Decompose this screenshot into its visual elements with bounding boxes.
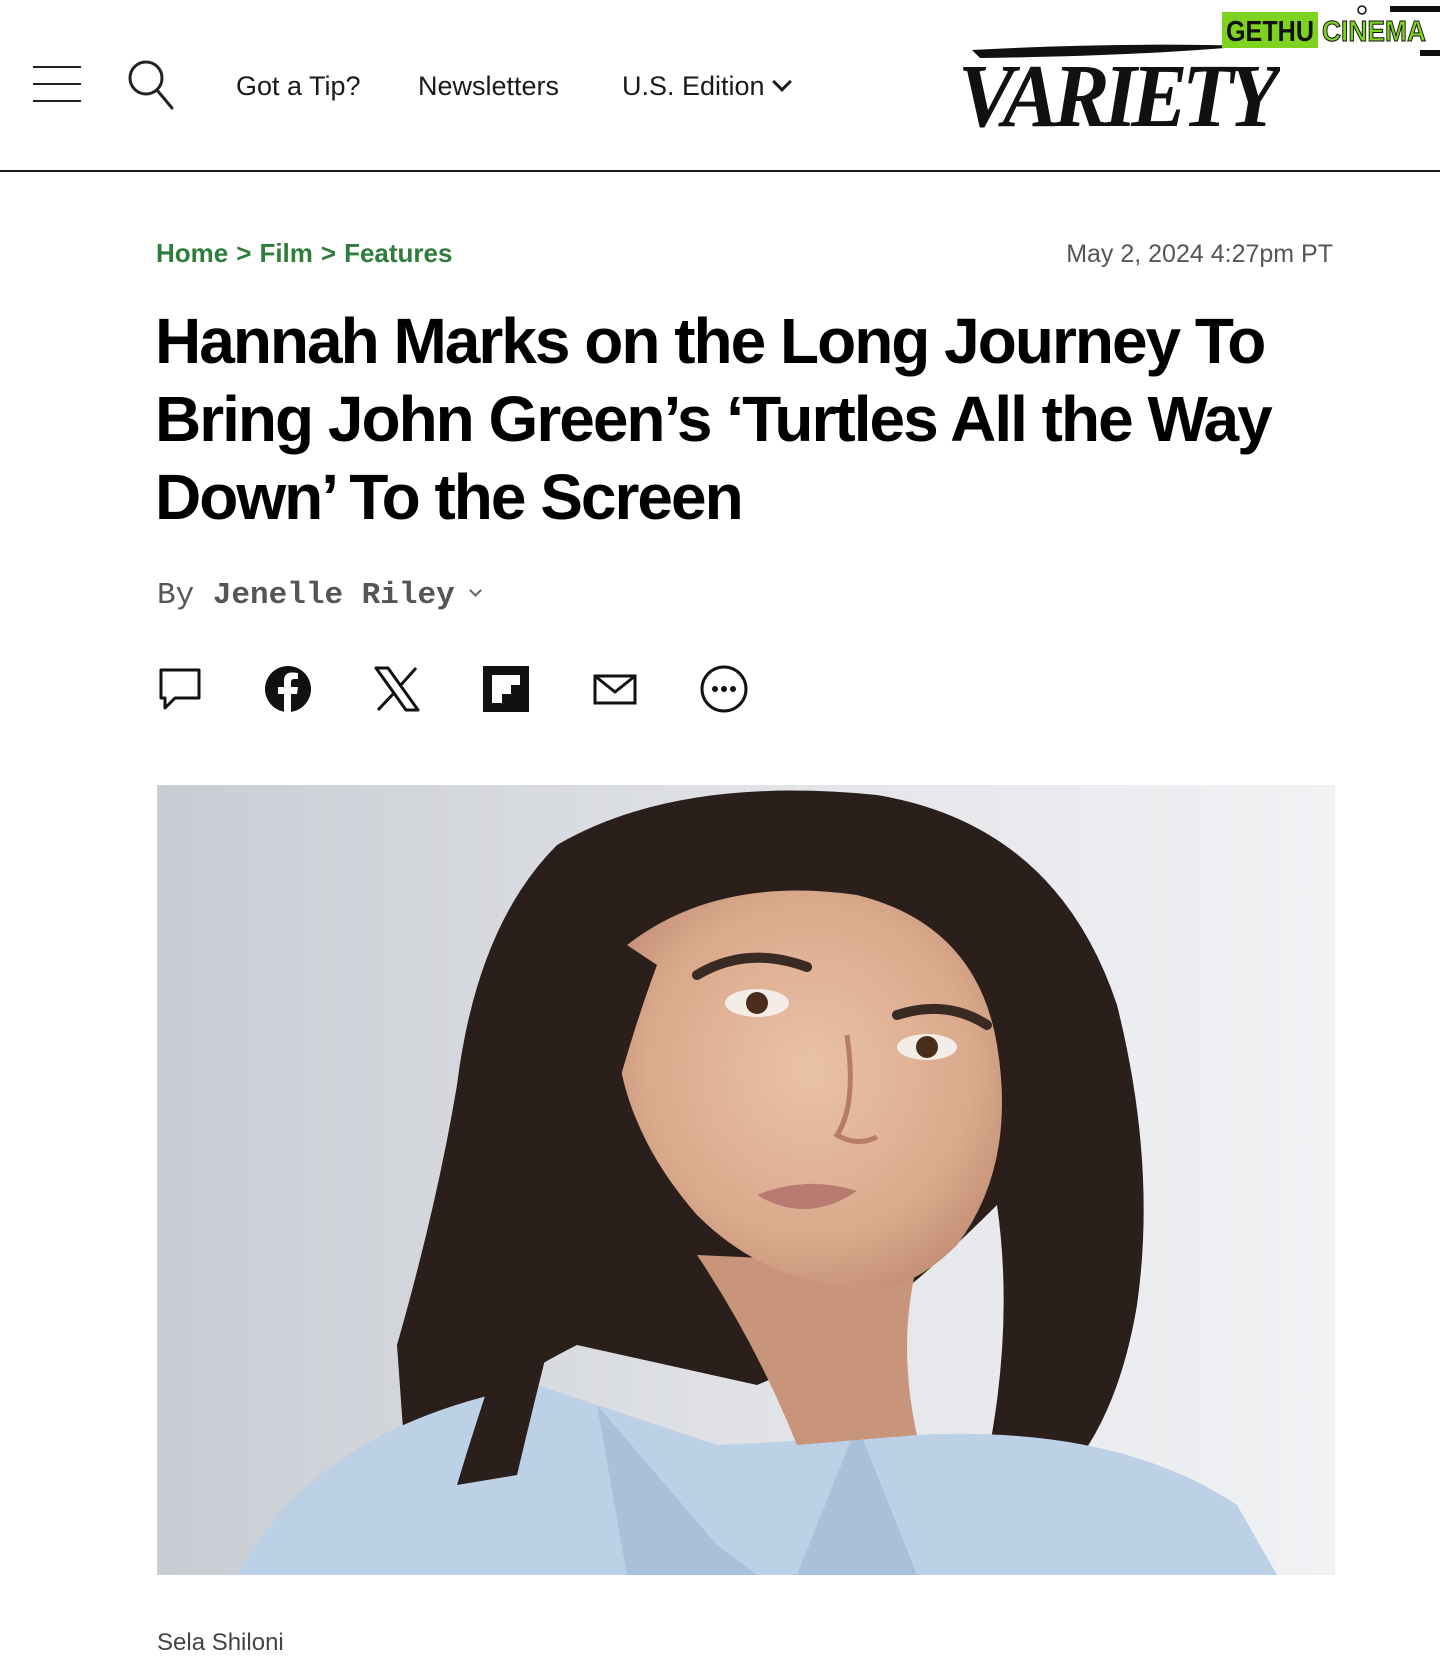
image-caption: Sela Shiloni [157,1629,284,1656]
more-icon[interactable] [699,664,749,714]
facebook-icon[interactable] [263,664,313,714]
breadcrumb-separator: > [320,238,337,268]
chevron-down-icon [771,72,792,92]
edition-dropdown[interactable]: U.S. Edition [622,68,792,104]
byline-prefix: By [157,578,195,613]
svg-text:CINEMA: CINEMA [1322,16,1426,48]
breadcrumb-film[interactable]: Film [259,238,312,268]
edition-label: U.S. Edition [622,71,765,101]
flipboard-icon[interactable] [481,664,531,714]
email-icon[interactable] [590,664,640,714]
newsletters-link[interactable]: Newsletters [418,68,559,104]
svg-text:VARIETY: VARIETY [958,47,1280,138]
got-a-tip-link[interactable]: Got a Tip? [236,68,361,104]
svg-text:GETHU: GETHU [1226,16,1314,48]
publish-timestamp: May 2, 2024 4:27pm PT [1066,240,1333,268]
breadcrumb-features[interactable]: Features [344,238,452,268]
breadcrumb-home[interactable]: Home [156,238,228,268]
x-icon[interactable] [372,664,422,714]
search-icon[interactable] [126,58,176,112]
comment-icon[interactable] [155,664,205,714]
site-header: Got a Tip? Newsletters U.S. Edition VARI… [0,0,1440,172]
breadcrumb: Home > Film > Features [156,238,452,269]
author-name[interactable]: Jenelle Riley [213,578,455,613]
hero-image [157,785,1335,1575]
article-headline: Hannah Marks on the Long Journey To Brin… [155,305,1273,533]
chevron-down-icon [468,584,482,597]
gethu-cinema-watermark: GETHU CINEMA [1222,4,1440,58]
byline[interactable]: By Jenelle Riley [157,578,482,613]
menu-icon[interactable] [33,64,81,104]
breadcrumb-separator: > [236,238,252,268]
